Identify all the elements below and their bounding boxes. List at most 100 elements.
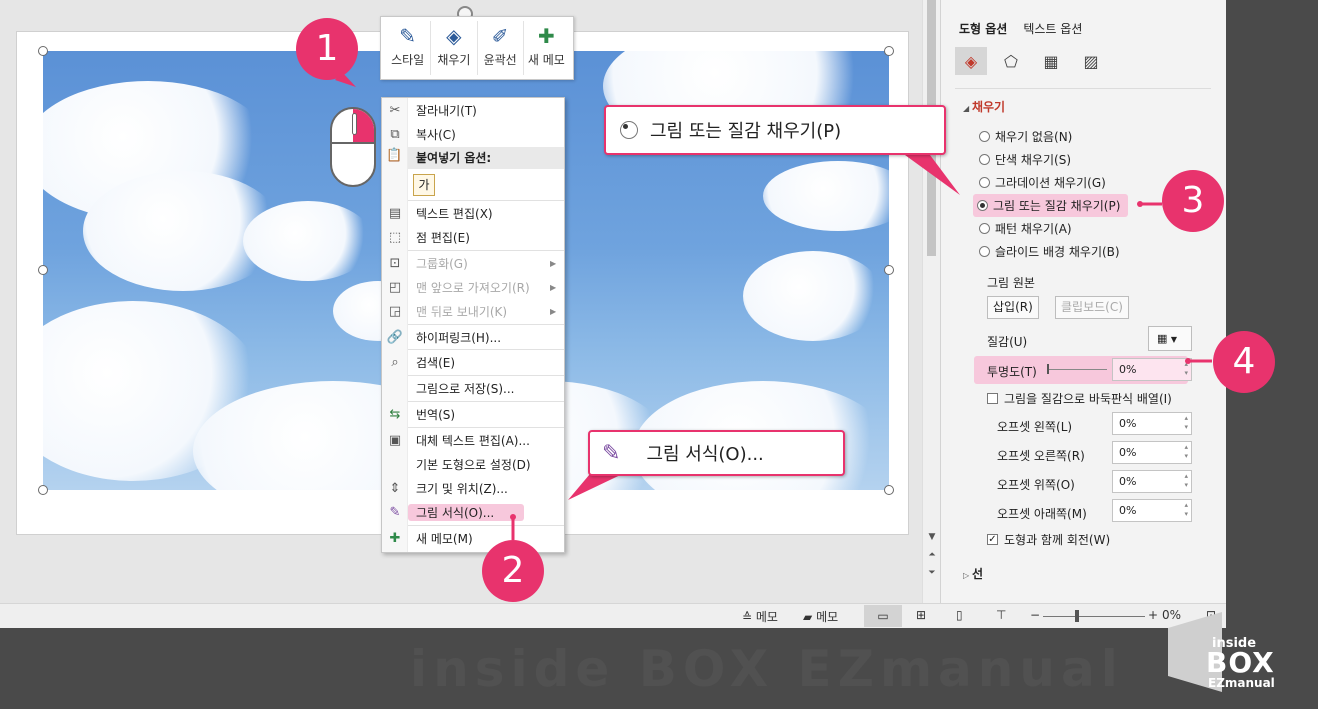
menu-bring-front[interactable]: ◰ 맨 앞으로 가져오기(R) ▶ <box>382 275 564 299</box>
zoom-slider[interactable] <box>1043 616 1145 617</box>
resize-handle-br[interactable] <box>884 485 894 495</box>
reading-view-button[interactable]: ▯ <box>956 608 963 622</box>
logo-line3: EZmanual <box>1208 676 1275 690</box>
format-picture-icon: ✎ <box>602 440 621 466</box>
zoom-slider-thumb[interactable] <box>1075 610 1079 622</box>
transparency-slider-thumb[interactable] <box>1047 364 1049 374</box>
offset-bottom-input[interactable]: 0% <box>1112 499 1192 522</box>
transparency-slider[interactable] <box>1047 369 1107 370</box>
notes-label: 메모 <box>755 610 778 624</box>
fill-option-slide-bg[interactable]: 슬라이드 배경 채우기(B) <box>979 243 1120 260</box>
edit-points-icon: ⬚ <box>388 229 402 245</box>
offset-right-label: 오프셋 오른쪽(R) <box>997 449 1085 463</box>
step-2-badge: 2 <box>482 540 544 602</box>
callout-picture-fill-label: 그림 또는 질감 채우기(P) <box>650 121 842 142</box>
new-comment-button[interactable]: ✚ 새 메모 <box>524 21 569 75</box>
fill-button[interactable]: ◈ 채우기 <box>431 21 478 75</box>
fill-option-label: 슬라이드 배경 채우기(B) <box>995 245 1120 259</box>
expand-arrow-icon: ▷ <box>963 571 972 580</box>
menu-send-back[interactable]: ◲ 맨 뒤로 보내기(K) ▶ <box>382 299 564 323</box>
transparency-input[interactable]: 0% <box>1112 358 1192 381</box>
rotate-with-shape-checkbox[interactable]: ✓ 도형과 함께 회전(W) <box>987 531 1110 548</box>
resize-handle-tr[interactable] <box>884 46 894 56</box>
paste-keep-text-button[interactable]: 가 <box>413 174 435 196</box>
menu-group[interactable]: ⊡ 그룹화(G) ▶ <box>382 251 564 275</box>
transparency-label: 투명도(T) <box>987 365 1037 379</box>
texture-picker[interactable]: ▦ ▼ <box>1148 326 1192 351</box>
resize-handle-bl[interactable] <box>38 485 48 495</box>
tab-text-options[interactable]: 텍스트 옵션 <box>1023 20 1082 37</box>
zoom-in-button[interactable]: + <box>1148 608 1158 622</box>
next-slide-icon[interactable]: ⏷ <box>925 566 939 580</box>
fill-section-header[interactable]: ◢ 채우기 <box>963 98 1005 115</box>
group-icon: ⊡ <box>389 255 401 271</box>
style-button[interactable]: ✎ 스타일 <box>385 21 432 75</box>
notes-button[interactable]: ≙ 메모 <box>742 608 778 625</box>
menu-bring-front-label: 맨 앞으로 가져오기(R) <box>416 280 530 295</box>
resize-handle-ml[interactable] <box>38 265 48 275</box>
vertical-scrollbar[interactable]: ▼ ⏶ ⏷ <box>922 0 940 603</box>
fill-option-solid[interactable]: 단색 채우기(S) <box>979 151 1071 168</box>
fill-option-gradient[interactable]: 그라데이션 채우기(G) <box>979 174 1106 191</box>
offset-right-input[interactable]: 0% <box>1112 441 1192 464</box>
outline-pen-icon: ✐ <box>491 24 509 48</box>
search-icon: ⌕ <box>391 354 399 370</box>
new-comment-icon: ✚ <box>537 24 555 48</box>
menu-search[interactable]: ⌕ 검색(E) <box>382 350 564 374</box>
scroll-down-icon[interactable]: ▼ <box>925 530 939 544</box>
menu-new-comment[interactable]: ✚ 새 메모(M) <box>382 526 564 550</box>
fill-line-icon[interactable]: ◈ <box>955 47 987 75</box>
radio-icon <box>979 246 990 257</box>
offset-left-input[interactable]: 0% <box>1112 412 1192 435</box>
clipboard-button[interactable]: 클립보드(C) <box>1055 296 1129 319</box>
fill-option-picture[interactable]: 그림 또는 질감 채우기(P) <box>973 194 1129 217</box>
size-properties-icon[interactable]: ▦ <box>1035 47 1067 75</box>
menu-size-position[interactable]: ⇕ 크기 및 위치(Z)... <box>382 476 564 500</box>
radio-icon <box>979 154 990 165</box>
menu-hyperlink[interactable]: 🔗 하이퍼링크(H)... <box>382 325 564 349</box>
format-picture-icon: ✎ <box>389 504 401 520</box>
menu-copy[interactable]: ⧉ 복사(C) <box>382 122 564 146</box>
menu-format-picture[interactable]: ✎ 그림 서식(O)... <box>382 500 564 524</box>
comments-button[interactable]: ▰ 메모 <box>803 608 838 625</box>
tab-shape-options[interactable]: 도형 옵션 <box>959 20 1007 37</box>
slideshow-button[interactable]: ⊤ <box>996 608 1006 622</box>
menu-translate-label: 번역(S) <box>416 407 456 422</box>
zoom-out-button[interactable]: − <box>1030 608 1040 622</box>
fill-option-label: 패턴 채우기(A) <box>995 222 1072 236</box>
slide-sorter-button[interactable]: ⊞ <box>916 608 926 622</box>
menu-group-label: 그룹화(G) <box>416 256 468 271</box>
menu-alt-text[interactable]: ▣ 대체 텍스트 편집(A)... <box>382 428 564 452</box>
resize-handle-tl[interactable] <box>38 46 48 56</box>
fill-option-none[interactable]: 채우기 없음(N) <box>979 128 1072 145</box>
picture-icon[interactable]: ▨ <box>1075 47 1107 75</box>
menu-save-as-picture[interactable]: 그림으로 저장(S)... <box>382 376 564 400</box>
menu-format-picture-label: 그림 서식(O)... <box>408 503 524 521</box>
insidebox-logo: inside BOX EZmanual <box>1160 608 1300 698</box>
texture-icon: ▦ <box>1157 332 1168 345</box>
outline-button[interactable]: ✐ 윤곽선 <box>478 21 524 75</box>
offset-top-input[interactable]: 0% <box>1112 470 1192 493</box>
menu-hyperlink-label: 하이퍼링크(H)... <box>416 330 502 345</box>
scissors-icon: ✂ <box>389 102 401 118</box>
menu-copy-label: 복사(C) <box>416 127 456 142</box>
normal-view-button[interactable]: ▭ <box>864 605 902 627</box>
fill-option-pattern[interactable]: 패턴 채우기(A) <box>979 220 1072 237</box>
menu-translate[interactable]: ⇆ 번역(S) <box>382 402 564 426</box>
callout-format-picture-label: 그림 서식(O)... <box>646 444 764 465</box>
tile-checkbox[interactable]: 그림을 질감으로 바둑판식 배열(I) <box>987 390 1172 407</box>
offset-left-label: 오프셋 왼쪽(L) <box>997 420 1073 434</box>
collapse-arrow-icon: ◢ <box>963 104 972 113</box>
line-section-header[interactable]: ▷ 선 <box>963 565 983 582</box>
menu-edit-points[interactable]: ⬚ 점 편집(E) <box>382 225 564 249</box>
fill-bucket-icon: ◈ <box>446 24 462 48</box>
menu-search-label: 검색(E) <box>416 355 456 370</box>
insert-button[interactable]: 삽입(R) <box>987 296 1039 319</box>
menu-edit-text[interactable]: ▤ 텍스트 편집(X) <box>382 201 564 225</box>
menu-cut-label: 잘라내기(T) <box>416 103 477 118</box>
menu-set-default[interactable]: 기본 도형으로 설정(D) <box>382 452 564 476</box>
menu-cut[interactable]: ✂ 잘라내기(T) <box>382 98 564 122</box>
prev-slide-icon[interactable]: ⏶ <box>925 548 939 562</box>
effects-pentagon-icon[interactable]: ⬠ <box>995 47 1027 75</box>
resize-handle-mr[interactable] <box>884 265 894 275</box>
